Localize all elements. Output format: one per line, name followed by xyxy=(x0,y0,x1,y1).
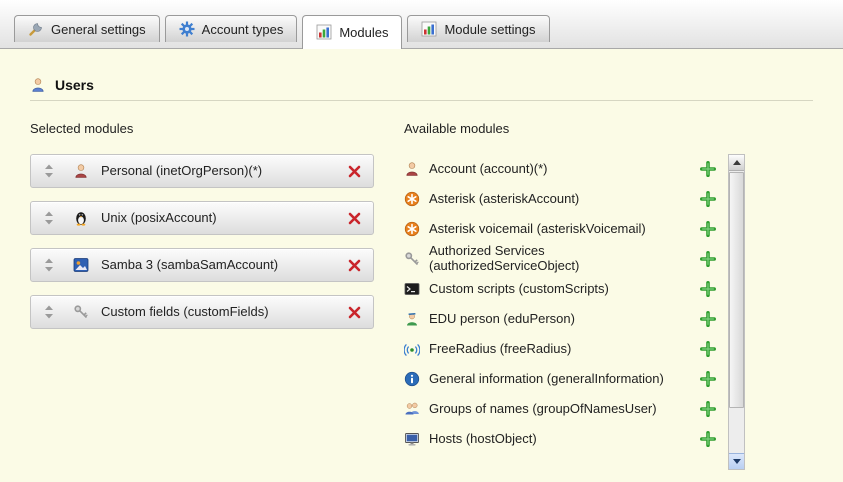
remove-module-button[interactable] xyxy=(345,303,363,321)
remove-module-button[interactable] xyxy=(345,209,363,227)
selected-module-row-personal: Personal (inetOrgPerson)(*) xyxy=(30,154,374,188)
modules-panel: Users Selected modules Personal (inetOrg… xyxy=(0,77,843,470)
selected-module-label: Samba 3 (sambaSamAccount) xyxy=(101,258,345,273)
available-modules-list: Account (account)(*) Asterisk (asteriskA… xyxy=(404,154,745,470)
drag-handle-icon[interactable] xyxy=(41,164,57,178)
available-module-label: Groups of names (groupOfNamesUser) xyxy=(429,402,699,417)
info-icon xyxy=(404,371,420,387)
selected-module-label: Personal (inetOrgPerson)(*) xyxy=(101,164,345,179)
available-module-label: General information (generalInformation) xyxy=(429,372,699,387)
available-module-row-hosts: Hosts (hostObject) xyxy=(404,424,717,454)
selected-module-row-custom-fields: Custom fields (customFields) xyxy=(30,295,374,329)
asterisk-icon xyxy=(404,191,420,207)
add-module-button[interactable] xyxy=(699,310,717,328)
gear-icon xyxy=(179,21,195,37)
section-title: Users xyxy=(55,77,94,93)
available-module-label: Asterisk (asteriskAccount) xyxy=(429,192,699,207)
available-module-label: Hosts (hostObject) xyxy=(429,432,699,447)
selected-module-label: Custom fields (customFields) xyxy=(101,305,345,320)
scroll-up-button[interactable] xyxy=(729,155,744,171)
available-module-label: Authorized Services (authorizedServiceOb… xyxy=(429,244,699,274)
tab-label: Module settings xyxy=(444,22,535,37)
available-module-row-general-information: General information (generalInformation) xyxy=(404,364,717,394)
edu-person-icon xyxy=(404,311,420,327)
modules-chart-icon xyxy=(316,24,332,40)
tab-label: General settings xyxy=(51,22,146,37)
selected-module-row-unix: Unix (posixAccount) xyxy=(30,201,374,235)
module-settings-chart-icon xyxy=(421,21,437,37)
add-module-button[interactable] xyxy=(699,430,717,448)
add-module-button[interactable] xyxy=(699,400,717,418)
group-icon xyxy=(404,401,420,417)
drag-handle-icon[interactable] xyxy=(41,258,57,272)
available-module-row-account: Account (account)(*) xyxy=(404,154,717,184)
selected-modules-heading: Selected modules xyxy=(30,121,404,136)
asterisk-icon xyxy=(404,221,420,237)
available-module-row-asterisk: Asterisk (asteriskAccount) xyxy=(404,184,717,214)
drag-handle-icon[interactable] xyxy=(41,305,57,319)
selected-modules-column: Selected modules Personal (inetOrgPerson… xyxy=(30,121,404,470)
add-module-button[interactable] xyxy=(699,220,717,238)
radius-waves-icon xyxy=(404,341,420,357)
add-module-button[interactable] xyxy=(699,280,717,298)
terminal-icon xyxy=(404,281,420,297)
tab-module-settings[interactable]: Module settings xyxy=(407,15,549,42)
available-modules-column: Available modules Account (account)(*) xyxy=(404,121,745,470)
keys-icon xyxy=(404,251,420,267)
tab-modules[interactable]: Modules xyxy=(302,15,402,49)
available-module-label: Asterisk voicemail (asteriskVoicemail) xyxy=(429,222,699,237)
section-heading-users: Users xyxy=(30,77,813,93)
remove-module-button[interactable] xyxy=(345,256,363,274)
available-module-row-freeradius: FreeRadius (freeRadius) xyxy=(404,334,717,364)
available-module-row-groups-of-names: Groups of names (groupOfNamesUser) xyxy=(404,394,717,424)
host-monitor-icon xyxy=(404,431,420,447)
person-icon xyxy=(404,161,420,177)
penguin-icon xyxy=(73,210,89,226)
add-module-button[interactable] xyxy=(699,250,717,268)
available-module-row-edu-person: EDU person (eduPerson) xyxy=(404,304,717,334)
chevron-down-icon xyxy=(733,459,741,464)
scroll-down-button[interactable] xyxy=(729,453,744,469)
available-module-row-authorized-services: Authorized Services (authorizedServiceOb… xyxy=(404,244,717,274)
tab-label: Account types xyxy=(202,22,284,37)
remove-module-button[interactable] xyxy=(345,162,363,180)
available-module-row-custom-scripts: Custom scripts (customScripts) xyxy=(404,274,717,304)
scrollbar-thumb[interactable] xyxy=(729,172,744,408)
available-module-label: FreeRadius (freeRadius) xyxy=(429,342,699,357)
tab-label: Modules xyxy=(339,25,388,40)
section-divider xyxy=(30,100,813,101)
user-icon xyxy=(30,77,46,93)
tab-account-types[interactable]: Account types xyxy=(165,15,298,42)
selected-module-row-samba: Samba 3 (sambaSamAccount) xyxy=(30,248,374,282)
scrollbar[interactable] xyxy=(728,154,745,470)
samba-icon xyxy=(73,257,89,273)
add-module-button[interactable] xyxy=(699,370,717,388)
add-module-button[interactable] xyxy=(699,190,717,208)
tab-bar: General settings Account types Modules M… xyxy=(0,0,843,49)
person-icon xyxy=(73,163,89,179)
available-module-row-asterisk-voicemail: Asterisk voicemail (asteriskVoicemail) xyxy=(404,214,717,244)
available-module-label: Account (account)(*) xyxy=(429,162,699,177)
chevron-up-icon xyxy=(733,160,741,165)
keys-icon xyxy=(73,304,89,320)
add-module-button[interactable] xyxy=(699,160,717,178)
drag-handle-icon[interactable] xyxy=(41,211,57,225)
selected-module-label: Unix (posixAccount) xyxy=(101,211,345,226)
add-module-button[interactable] xyxy=(699,340,717,358)
wrench-icon xyxy=(28,21,44,37)
available-modules-heading: Available modules xyxy=(404,121,745,136)
available-module-label: Custom scripts (customScripts) xyxy=(429,282,699,297)
tab-general-settings[interactable]: General settings xyxy=(14,15,160,42)
available-module-label: EDU person (eduPerson) xyxy=(429,312,699,327)
